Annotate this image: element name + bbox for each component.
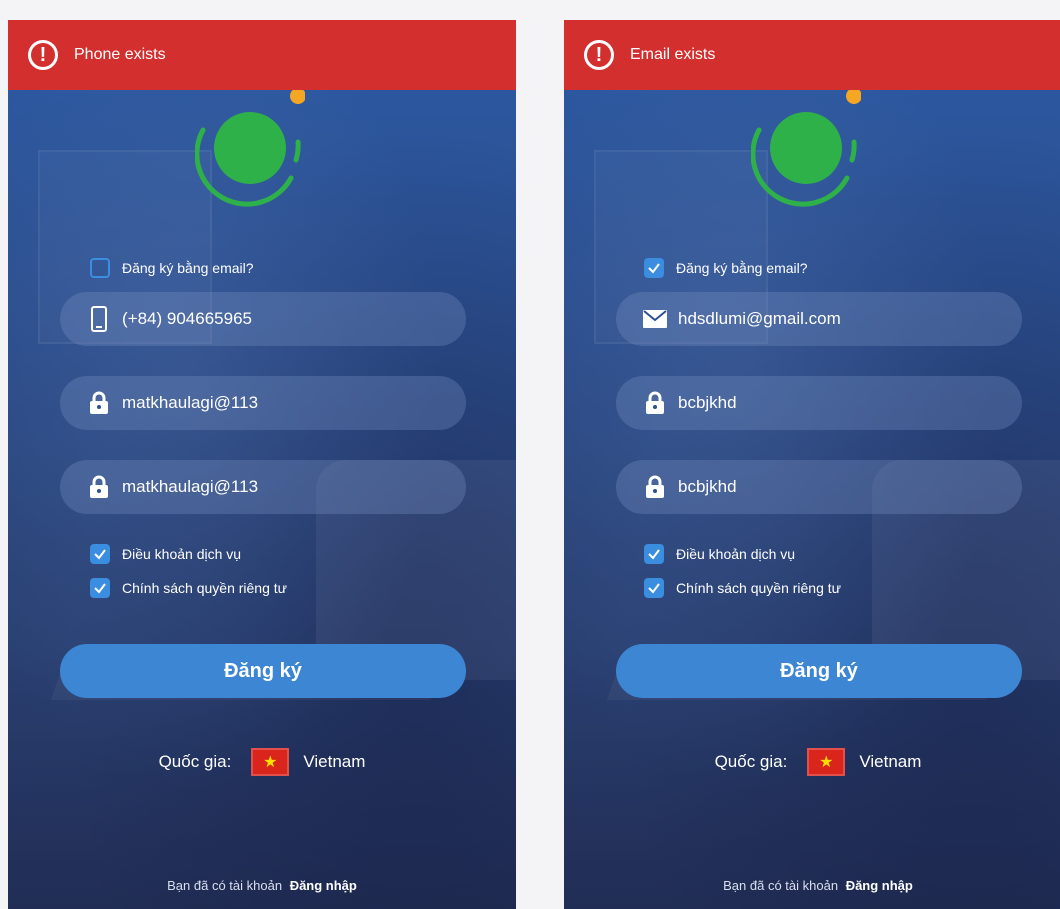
email-field[interactable]: hdsdlumi@gmail.com [616, 292, 1022, 346]
confirm-password-value: matkhaulagi@113 [122, 477, 259, 496]
country-label: Quốc gia: [158, 752, 232, 771]
confirm-password-field[interactable]: bcbjkhd [616, 460, 1022, 514]
register-by-email-checkbox[interactable] [90, 258, 110, 278]
footer: Bạn đã có tài khoản Đăng nhập [8, 878, 516, 893]
footer: Bạn đã có tài khoản Đăng nhập [564, 878, 1060, 893]
mail-icon [642, 306, 668, 332]
login-link[interactable]: Đăng nhập [290, 878, 357, 893]
error-message: Email exists [630, 46, 716, 63]
error-banner: ! Email exists [564, 20, 1060, 90]
lock-icon [86, 390, 112, 416]
country-selector[interactable]: Quốc gia: ★ Vietnam [564, 748, 1060, 776]
confirm-password-value: bcbjkhd [678, 477, 737, 496]
check-icon [648, 583, 660, 594]
terms-option[interactable]: Điều khoản dịch vụ [644, 544, 795, 564]
privacy-option[interactable]: Chính sách quyền riêng tư [644, 578, 841, 598]
register-button[interactable]: Đăng ký [616, 644, 1022, 698]
terms-label: Điều khoản dịch vụ [122, 546, 242, 562]
vietnam-flag-icon: ★ [251, 748, 290, 776]
country-selector[interactable]: Quốc gia: ★ Vietnam [8, 748, 516, 776]
check-icon [648, 549, 660, 560]
terms-label: Điều khoản dịch vụ [676, 546, 796, 562]
register-by-email-checkbox[interactable] [644, 258, 664, 278]
register-screen-email: ! Email exists Đăng ký bằng email? hdsdl… [564, 20, 1060, 909]
terms-checkbox[interactable] [90, 544, 110, 564]
country-label: Quốc gia: [714, 752, 788, 771]
country-value: Vietnam [303, 752, 366, 771]
footer-text: Bạn đã có tài khoản [167, 878, 283, 893]
alert-icon: ! [28, 40, 58, 70]
password-field[interactable]: matkhaulagi@113 [60, 376, 466, 430]
check-icon [648, 263, 660, 274]
check-icon [94, 549, 106, 560]
register-by-email-option[interactable]: Đăng ký bằng email? [644, 258, 808, 278]
email-value: hdsdlumi@gmail.com [678, 309, 841, 328]
alert-icon: ! [584, 40, 614, 70]
vietnam-flag-icon: ★ [807, 748, 846, 776]
lock-icon [642, 390, 668, 416]
error-message: Phone exists [74, 46, 166, 63]
phone-field[interactable]: (+84) 904665965 [60, 292, 466, 346]
lock-icon [642, 474, 668, 500]
check-icon [94, 583, 106, 594]
app-logo [751, 90, 861, 207]
privacy-checkbox[interactable] [90, 578, 110, 598]
privacy-option[interactable]: Chính sách quyền riêng tư [90, 578, 287, 598]
register-by-email-option[interactable]: Đăng ký bằng email? [90, 258, 254, 278]
login-link[interactable]: Đăng nhập [846, 878, 913, 893]
lock-icon [86, 474, 112, 500]
register-screen-phone: ! Phone exists Đăng ký bằng email? (+84)… [8, 20, 516, 909]
privacy-label: Chính sách quyền riêng tư [122, 580, 288, 596]
error-banner: ! Phone exists [8, 20, 516, 90]
register-by-email-label: Đăng ký bằng email? [122, 260, 254, 276]
terms-checkbox[interactable] [644, 544, 664, 564]
phone-icon [86, 306, 112, 332]
password-field[interactable]: bcbjkhd [616, 376, 1022, 430]
register-button[interactable]: Đăng ký [60, 644, 466, 698]
country-value: Vietnam [859, 752, 922, 771]
app-logo [195, 90, 305, 207]
confirm-password-field[interactable]: matkhaulagi@113 [60, 460, 466, 514]
terms-option[interactable]: Điều khoản dịch vụ [90, 544, 241, 564]
footer-text: Bạn đã có tài khoản [723, 878, 839, 893]
privacy-checkbox[interactable] [644, 578, 664, 598]
phone-value: (+84) 904665965 [122, 309, 252, 328]
register-by-email-label: Đăng ký bằng email? [676, 260, 808, 276]
password-value: bcbjkhd [678, 393, 737, 412]
privacy-label: Chính sách quyền riêng tư [676, 580, 842, 596]
password-value: matkhaulagi@113 [122, 393, 259, 412]
